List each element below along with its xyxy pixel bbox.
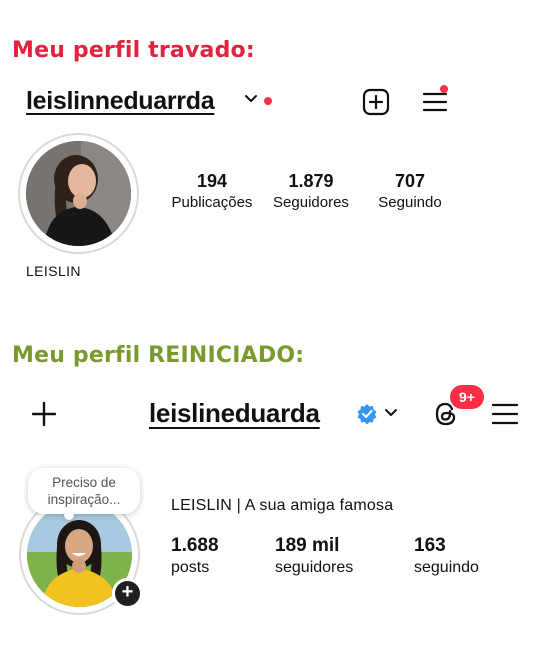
stat-value: 194 [196, 171, 228, 191]
locked-profile-heading: Meu perfil travado: [12, 38, 255, 63]
stat-following[interactable]: 707 Seguindo [370, 171, 450, 211]
stat-value: 1.879 [288, 171, 334, 191]
stat-following[interactable]: 163 seguindo [414, 535, 479, 577]
stat-posts[interactable]: 1.688 posts [171, 535, 219, 577]
plus-icon[interactable] [30, 400, 58, 428]
chevron-down-icon[interactable] [244, 93, 258, 105]
stat-followers[interactable]: 189 mil seguidores [275, 535, 353, 577]
menu-notification-dot [440, 85, 448, 93]
profile-display-name: LEISLIN [26, 263, 81, 279]
verified-badge-icon [357, 404, 377, 425]
username-switcher[interactable]: leislinneduarrda [26, 87, 215, 116]
stat-value: 1.688 [171, 535, 219, 556]
restarted-profile-heading: Meu perfil REINICIADO: [12, 343, 305, 368]
profile-note[interactable]: Preciso de inspiração... [28, 468, 140, 520]
avatar[interactable] [26, 141, 131, 246]
menu-icon[interactable] [491, 402, 519, 426]
avatar-photo [26, 141, 131, 246]
stat-posts[interactable]: 194 Publicações [166, 171, 258, 211]
stat-label: seguindo [414, 559, 479, 576]
profile-bio-name: LEISLIN | A sua amiga famosa [171, 497, 394, 514]
stat-label: Seguidores [273, 194, 349, 211]
stat-followers[interactable]: 1.879 Seguidores [264, 171, 358, 211]
stat-label: Publicações [171, 194, 253, 211]
stat-value: 163 [414, 535, 446, 556]
add-story-button[interactable]: + [112, 578, 143, 609]
chevron-down-icon[interactable] [384, 407, 398, 419]
threads-notification-badge: 9+ [450, 385, 484, 409]
new-post-icon[interactable] [362, 88, 390, 116]
stat-label: seguidores [275, 559, 354, 576]
stat-label: Seguindo [378, 194, 442, 211]
username-switcher[interactable]: leislineduarda [149, 398, 320, 429]
stat-value: 707 [394, 171, 426, 191]
menu-icon[interactable] [422, 90, 448, 114]
stat-value: 189 mil [275, 535, 340, 556]
notification-dot [264, 97, 272, 105]
stat-label: posts [171, 559, 210, 576]
